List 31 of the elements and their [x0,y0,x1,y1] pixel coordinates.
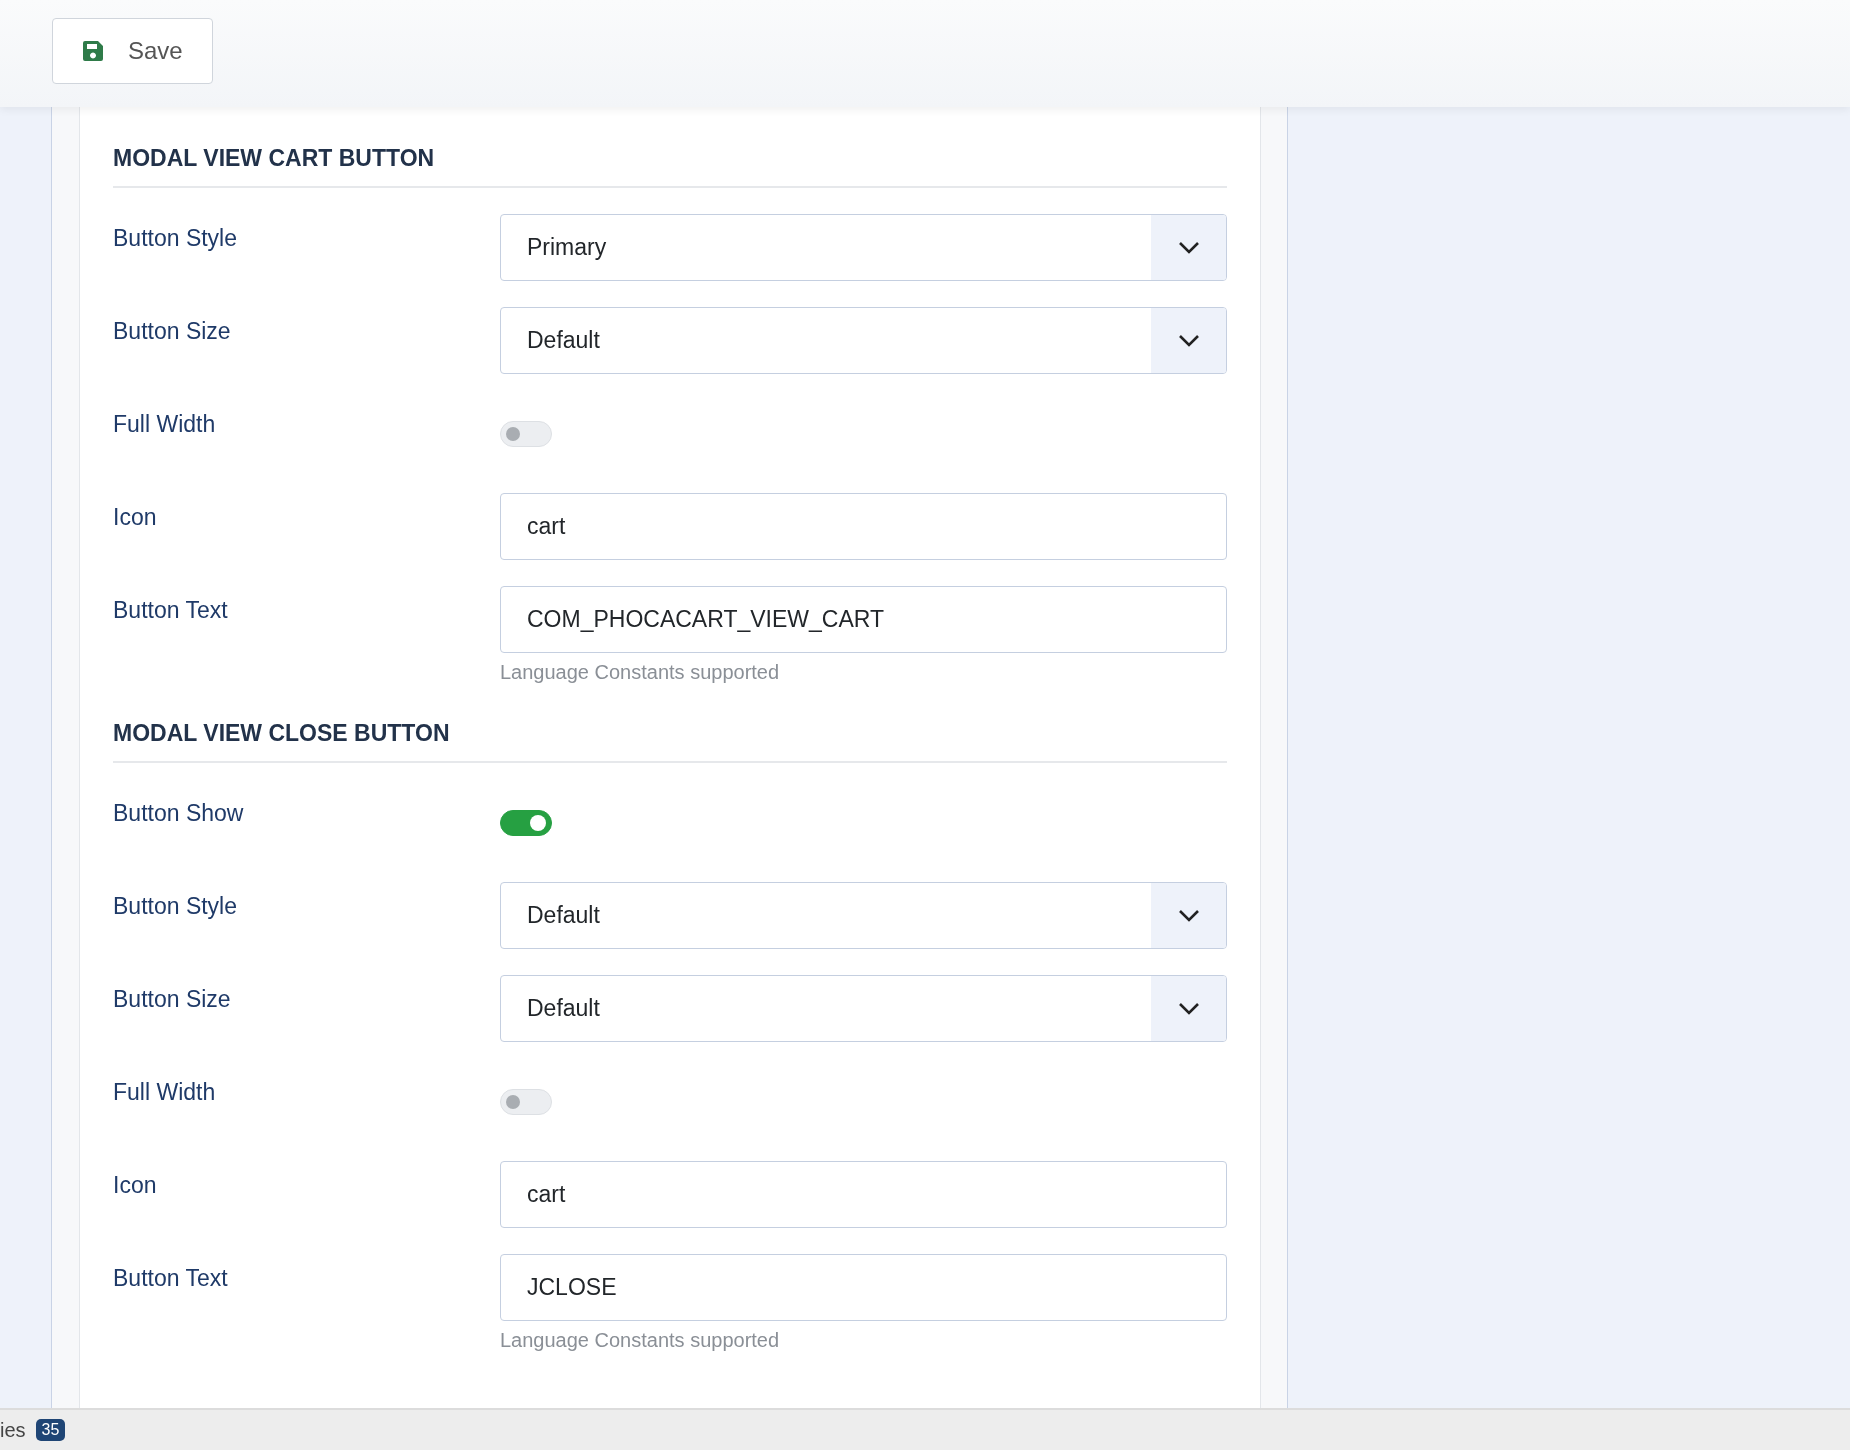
chevron-down-icon [1177,909,1200,922]
select-field[interactable]: Primary [500,214,1227,281]
status-text: ies [0,1418,26,1442]
select-field[interactable]: Default [500,882,1227,949]
count-badge: 35 [35,1419,66,1441]
text-field[interactable]: cart [500,1161,1227,1228]
section-heading: MODAL VIEW CLOSE BUTTON [113,684,1227,763]
text-field[interactable]: COM_PHOCACART_VIEW_CART [500,586,1227,653]
help-text: Language Constants supported [500,1329,781,1352]
field-label: Icon [113,1171,158,1200]
select-field[interactable]: Default [500,975,1227,1042]
field-label: Button Style [113,892,239,921]
field-label: Icon [113,503,158,532]
field-label: Button Size [113,317,232,346]
field-label: Full Width [113,410,217,439]
field-label: Full Width [113,1078,217,1107]
chevron-down-icon [1177,1002,1200,1015]
field-label: Button Size [113,985,232,1014]
chevron-down-icon [1177,334,1200,347]
toggle-switch[interactable] [500,809,552,836]
select-field[interactable]: Default [500,307,1227,374]
text-field[interactable]: JCLOSE [500,1254,1227,1321]
save-button[interactable]: Save [52,17,213,84]
help-text: Language Constants supported [500,661,781,684]
field-label: Button Text [113,596,229,625]
field-label: Button Style [113,224,239,253]
text-field[interactable]: cart [500,493,1227,560]
section-heading: MODAL VIEW CART BUTTON [113,107,1227,188]
chevron-down-icon [1177,241,1200,254]
field-label: Button Text [113,1264,229,1293]
field-label: Button Show [113,799,245,828]
